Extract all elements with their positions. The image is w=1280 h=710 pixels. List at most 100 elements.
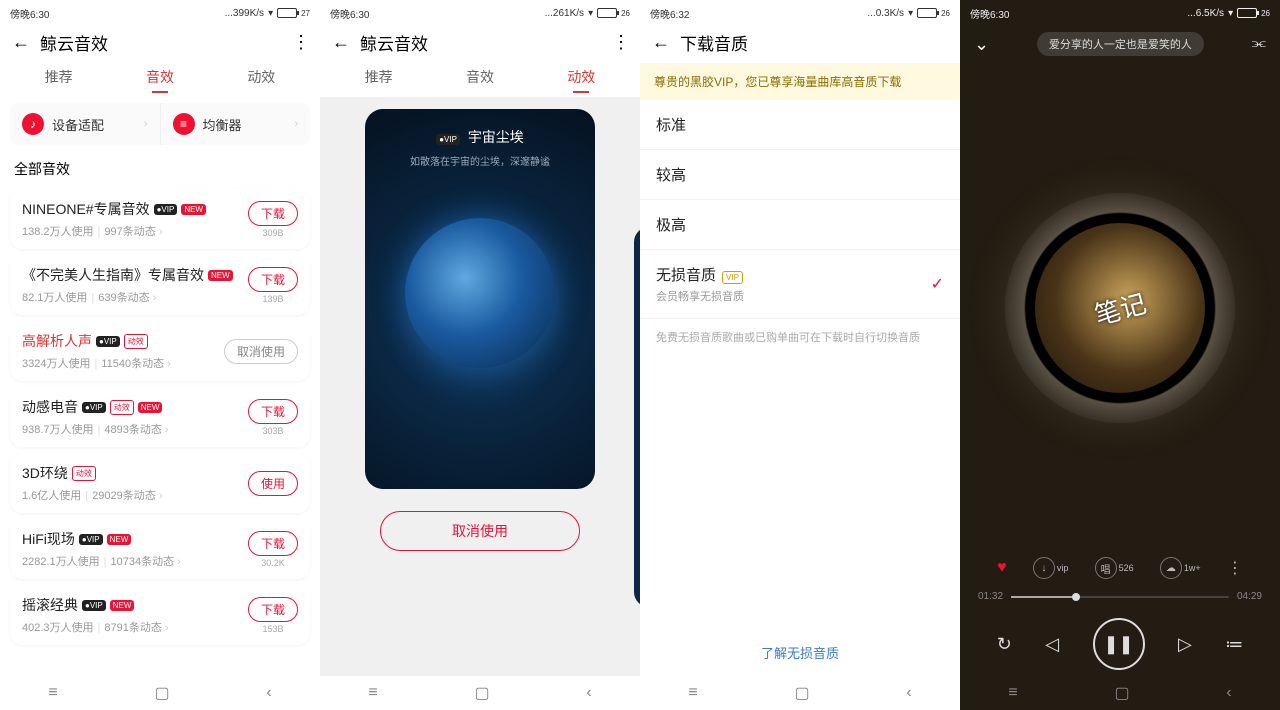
effect-card[interactable]: 3D环绕动效1.6亿人使用|29029条动态 ›使用	[10, 453, 310, 513]
effect-card[interactable]: NINEONE#专属音效●VIPNEW138.2万人使用|997条动态 ›下载3…	[10, 189, 310, 249]
effect-meta: 938.7万人使用|4893条动态 ›	[22, 421, 248, 437]
download-button[interactable]: 下载	[248, 267, 298, 292]
prev-button[interactable]: ◁	[1045, 634, 1059, 655]
loop-button[interactable]: ↻	[997, 634, 1012, 655]
effect-meta: 138.2万人使用|997条动态 ›	[22, 223, 248, 239]
back-nav-icon[interactable]: ‹	[266, 684, 271, 702]
page-title: 鲸云音效	[40, 30, 282, 55]
effect-card[interactable]: 《不完美人生指南》专属音效NEW82.1万人使用|639条动态 ›下载139B	[10, 255, 310, 315]
section-title: 全部音效	[0, 151, 320, 183]
download-button[interactable]: 下载	[248, 597, 298, 622]
use-button[interactable]: 使用	[248, 471, 298, 496]
tab-bar: 推荐 音效 动效	[0, 63, 320, 97]
effect-card[interactable]: 动感电音●VIP动效NEW938.7万人使用|4893条动态 ›下载303B	[10, 387, 310, 447]
page-title: 鲸云音效	[360, 30, 602, 55]
tab-recommend[interactable]: 推荐	[359, 63, 399, 91]
like-button[interactable]: ♥	[997, 559, 1007, 577]
tab-bar: 推荐 音效 动效	[320, 63, 640, 97]
more-icon[interactable]: ⋮	[612, 32, 628, 53]
cancel-use-button[interactable]: 取消使用	[380, 511, 580, 551]
playback-controls: ↻ ◁ ❚❚ ▷ ≔	[960, 606, 1280, 676]
effect-card[interactable]: 高解析人声●VIP动效3324万人使用|11540条动态 ›取消使用	[10, 321, 310, 381]
effect-name: 摇滚经典●VIPNEW	[22, 595, 248, 615]
theme-preview-image	[405, 218, 555, 368]
share-icon[interactable]: ⫘	[1252, 35, 1266, 53]
back-nav-icon[interactable]: ‹	[586, 684, 591, 702]
download-icon: ↓	[1033, 557, 1055, 579]
time-current: 01:32	[978, 591, 1003, 602]
progress-slider[interactable]	[1011, 596, 1229, 598]
wifi-icon: ▾	[588, 8, 593, 19]
back-nav-icon[interactable]: ‹	[1226, 684, 1231, 702]
new-badge: NEW	[138, 402, 163, 413]
tab-sound[interactable]: 音效	[140, 63, 180, 91]
progress-row: 01:32 04:29	[960, 587, 1280, 606]
back-icon[interactable]: ←	[332, 32, 350, 53]
page-title: 下载音质	[680, 30, 948, 55]
sing-count: 526	[1119, 563, 1134, 573]
chevron-right-icon: ›	[144, 118, 148, 130]
recents-icon[interactable]: ≡	[48, 684, 57, 702]
effect-card[interactable]: 摇滚经典●VIPNEW402.3万人使用|8791条动态 ›下载153B	[10, 585, 310, 645]
vip-badge: ●VIP	[436, 134, 460, 145]
home-icon[interactable]: ▢	[154, 683, 169, 703]
song-title-pill[interactable]: 爱分享的人一定也是爱笑的人	[1037, 32, 1204, 56]
status-bar: 傍晚6:30 ...261K/s ▾ 26	[320, 0, 640, 22]
device-adapt-button[interactable]: ♪ 设备适配 ›	[10, 103, 160, 145]
back-nav-icon[interactable]: ‹	[906, 684, 911, 702]
equalizer-button[interactable]: ≡ 均衡器 ›	[160, 103, 311, 145]
quality-option[interactable]: 无损音质VIP会员畅享无损音质✓	[640, 250, 960, 319]
tab-motion[interactable]: 动效	[241, 63, 281, 91]
fx-badge: 动效	[110, 400, 134, 415]
playlist-button[interactable]: ≔	[1225, 634, 1243, 655]
comment-button[interactable]: ☁1w+	[1160, 557, 1201, 579]
pause-button[interactable]: ❚❚	[1093, 618, 1145, 670]
quality-option[interactable]: 极高	[640, 200, 960, 250]
quality-option[interactable]: 较高	[640, 150, 960, 200]
recents-icon[interactable]: ≡	[368, 684, 377, 702]
wifi-icon: ▾	[1228, 8, 1233, 19]
home-icon[interactable]: ▢	[1114, 683, 1129, 703]
tab-sound[interactable]: 音效	[460, 63, 500, 91]
net-speed: ...261K/s	[545, 8, 584, 19]
sing-button[interactable]: 唱526	[1095, 557, 1134, 579]
tab-motion[interactable]: 动效	[561, 63, 601, 91]
download-button[interactable]: 下载	[248, 531, 298, 556]
system-nav: ≡ ▢ ‹	[0, 676, 320, 710]
learn-lossless-link[interactable]: 了解无损音质	[640, 629, 960, 676]
effect-meta: 82.1万人使用|639条动态 ›	[22, 289, 248, 305]
vip-badge: VIP	[722, 271, 743, 284]
next-button[interactable]: ▷	[1178, 634, 1192, 655]
effect-meta: 402.3万人使用|8791条动态 ›	[22, 619, 248, 635]
cancel-use-button[interactable]: 取消使用	[224, 339, 298, 364]
vip-badge: ●VIP	[154, 204, 178, 215]
more-icon[interactable]: ⋮	[1227, 558, 1243, 578]
tab-recommend[interactable]: 推荐	[39, 63, 79, 91]
device-adapt-label: 设备适配	[52, 115, 104, 134]
recents-icon[interactable]: ≡	[1008, 684, 1017, 702]
download-button[interactable]: ↓vip	[1033, 557, 1069, 579]
vinyl-ring: 笔记	[1005, 193, 1235, 423]
comment-icon: ☁	[1160, 557, 1182, 579]
tool-row: ♪ 设备适配 › ≡ 均衡器 ›	[10, 103, 310, 145]
quality-option[interactable]: 标准	[640, 100, 960, 150]
quality-label: 较高	[656, 164, 686, 185]
more-icon[interactable]: ⋮	[292, 32, 308, 53]
home-icon[interactable]: ▢	[474, 683, 489, 703]
collapse-icon[interactable]: ⌄	[974, 34, 989, 55]
home-icon[interactable]: ▢	[794, 683, 809, 703]
motion-effects-screen: 傍晚6:30 ...261K/s ▾ 26 ← 鲸云音效 ⋮ 推荐 音效 动效 …	[320, 0, 640, 710]
download-button[interactable]: 下载	[248, 201, 298, 226]
back-icon[interactable]: ←	[652, 32, 670, 53]
quality-label: 极高	[656, 214, 686, 235]
back-icon[interactable]: ←	[12, 32, 30, 53]
wifi-icon: ▾	[268, 8, 273, 19]
recents-icon[interactable]: ≡	[688, 684, 697, 702]
battery-icon	[917, 8, 937, 18]
download-button[interactable]: 下载	[248, 399, 298, 424]
theme-card[interactable]: ●VIP 宇宙尘埃 如散落在宇宙的尘埃，深邃静谧	[365, 109, 595, 489]
chevron-right-icon: ›	[294, 118, 298, 130]
effect-name: HiFi现场●VIPNEW	[22, 529, 248, 549]
now-playing-screen: 傍晚6:30 ...6.5K/s ▾ 26 ⌄ 爱分享的人一定也是爱笑的人 ⫘ …	[960, 0, 1280, 710]
effect-card[interactable]: HiFi现场●VIPNEW2282.1万人使用|10734条动态 ›下载30.2…	[10, 519, 310, 579]
